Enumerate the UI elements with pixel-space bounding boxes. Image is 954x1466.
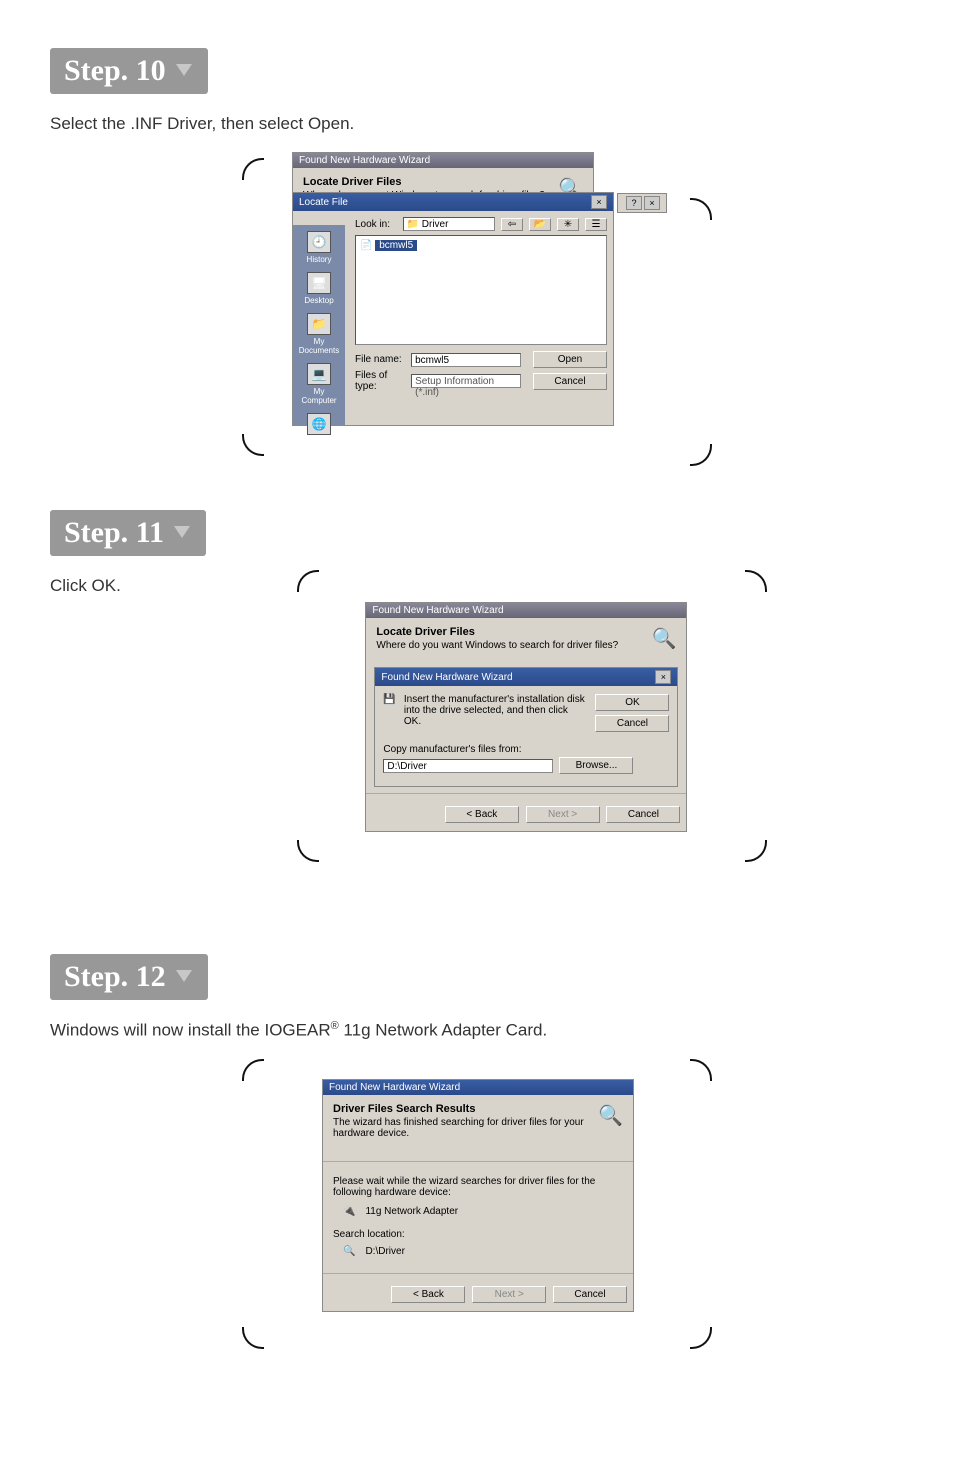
step-11-badge-text: Step. 11 (64, 516, 164, 550)
wizard-titlebar-bg: Found New Hardware Wizard (293, 153, 593, 168)
filename-label: File name: (355, 354, 405, 365)
results-wizard-title: Found New Hardware Wizard (329, 1082, 460, 1093)
device-icon: 🔌 (343, 1206, 355, 1217)
lookin-value: Driver (422, 219, 449, 230)
step-12-badge: Step. 12 (50, 954, 208, 1000)
locate-file-title: Locate File (299, 197, 348, 208)
sidebar-mynet[interactable]: 🌐 My Network P... (299, 413, 339, 464)
folder-search-icon: 🔍 (343, 1246, 355, 1257)
copy-from-input[interactable]: D:\Driver (383, 759, 553, 773)
close-icon[interactable]: × (644, 196, 660, 210)
search-location-value: D:\Driver (365, 1246, 404, 1257)
step-10-section: Step. 10 Select the .INF Driver, then se… (50, 48, 904, 462)
browse-button[interactable]: Browse... (559, 757, 633, 774)
lookin-label: Look in: (355, 219, 397, 230)
history-icon: 🕘 (307, 231, 331, 253)
search-location-label: Search location: (333, 1229, 623, 1240)
help-icon[interactable]: ? (626, 196, 642, 210)
step-10-figure: Found New Hardware Wizard Locate Driver … (262, 152, 692, 462)
cancel-button[interactable]: Cancel (533, 373, 607, 390)
step-12-intro-pre: Windows will now install the IOGEAR (50, 1021, 331, 1040)
insert-disk-dialog: Found New Hardware Wizard × 💾 Insert the… (374, 667, 678, 787)
sidebar-history[interactable]: 🕘 History (299, 231, 339, 264)
file-list[interactable]: 📄 bcmwl5 (355, 235, 607, 345)
step-10-badge: Step. 10 (50, 48, 208, 94)
step-10-badge-text: Step. 10 (64, 54, 166, 88)
locate-heading-bg: Locate Driver Files (303, 176, 545, 188)
open-button[interactable]: Open (533, 351, 607, 368)
step-12-section: Step. 12 Windows will now install the IO… (50, 954, 904, 1349)
step-11-badge: Step. 11 (50, 510, 206, 556)
wizard-titlebar: Found New Hardware Wizard (366, 603, 686, 618)
nav-up-icon[interactable]: 📂 (529, 218, 551, 231)
step-12-figure: Found New Hardware Wizard Driver Files S… (262, 1059, 692, 1349)
sidebar-mydocs-label: My Documents (299, 337, 339, 355)
desktop-icon: 🖥 (307, 272, 331, 294)
locate-sub: Where do you want Windows to search for … (376, 640, 618, 651)
back-button[interactable]: < Back (391, 1286, 465, 1303)
close-icon[interactable]: × (655, 670, 671, 684)
network-icon: 🌐 (307, 413, 331, 435)
next-button: Next > (526, 806, 600, 823)
locate-heading: Locate Driver Files (376, 626, 618, 638)
insert-disk-title: Found New Hardware Wizard (381, 672, 512, 683)
results-sub: The wizard has finished searching for dr… (333, 1117, 598, 1139)
inf-file-icon: 📄 (360, 240, 372, 251)
please-wait-text: Please wait while the wizard searches fo… (333, 1176, 623, 1198)
locate-file-titlebar: Locate File × (293, 193, 613, 211)
cancel-button[interactable]: Cancel (595, 715, 669, 732)
copy-from-label: Copy manufacturer's files from: (383, 744, 669, 755)
filename-input[interactable]: bcmwl5 (411, 353, 521, 367)
step-11-section: Step. 11 Click OK. Found New Hardware Wi… (50, 510, 904, 906)
step-11-intro: Click OK. (50, 576, 121, 596)
next-button: Next > (472, 1286, 546, 1303)
cancel-button[interactable]: Cancel (553, 1286, 627, 1303)
step-12-intro: Windows will now install the IOGEAR® 11g… (50, 1020, 904, 1041)
back-button[interactable]: < Back (445, 806, 519, 823)
results-heading: Driver Files Search Results (333, 1103, 598, 1115)
results-dialog: Found New Hardware Wizard Driver Files S… (322, 1079, 634, 1312)
nav-view-icon[interactable]: ☰ (585, 218, 607, 231)
mydocs-icon: 📁 (307, 313, 331, 335)
insert-disk-text: Insert the manufacturer's installation d… (404, 694, 588, 732)
locate-file-dialog: Locate File × ? × 🕘 History 🖥 Desktop (292, 192, 614, 426)
step-badge-arrow-icon (174, 960, 194, 994)
sidebar-desktop[interactable]: 🖥 Desktop (299, 272, 339, 305)
filetype-label: Files of type: (355, 370, 405, 392)
file-selected[interactable]: bcmwl5 (375, 240, 417, 251)
filetype-dropdown[interactable]: Setup Information (*.inf) (411, 374, 521, 388)
mycomputer-icon: 💻 (307, 363, 331, 385)
ok-button[interactable]: OK (595, 694, 669, 711)
wizard-dialog: Found New Hardware Wizard Locate Driver … (365, 602, 687, 832)
cancel-button[interactable]: Cancel (606, 806, 680, 823)
sidebar-history-label: History (307, 255, 332, 264)
wizard-search-icon: 🔍 (652, 626, 677, 651)
sidebar-mydocs[interactable]: 📁 My Documents (299, 313, 339, 355)
floppy-icon: 💾 (383, 694, 395, 732)
lookin-dropdown[interactable]: 📁 Driver (403, 217, 495, 231)
close-icon[interactable]: × (591, 195, 607, 209)
step-12-intro-post: 11g Network Adapter Card. (339, 1021, 548, 1040)
sidebar-mycomp[interactable]: 💻 My Computer (299, 363, 339, 405)
results-titlebar: Found New Hardware Wizard (323, 1080, 633, 1095)
nav-back-icon[interactable]: ⇦ (501, 218, 523, 231)
step-badge-arrow-icon (174, 54, 194, 88)
sidebar-mynet-label: My Network P... (299, 437, 339, 464)
wizard-title-bg: Found New Hardware Wizard (299, 155, 430, 166)
device-name: 11g Network Adapter (365, 1206, 458, 1217)
step-11-figure: Found New Hardware Wizard Locate Driver … (317, 576, 747, 866)
sidebar-mycomp-label: My Computer (299, 387, 339, 405)
step-10-intro: Select the .INF Driver, then select Open… (50, 114, 904, 134)
wizard-search-icon: 🔍 (598, 1103, 623, 1128)
insert-disk-titlebar: Found New Hardware Wizard × (375, 668, 677, 686)
overlay-controls: ? × (617, 193, 667, 213)
step-12-badge-text: Step. 12 (64, 960, 166, 994)
file-dialog-sidebar: 🕘 History 🖥 Desktop 📁 My Documents 💻 My … (293, 225, 345, 425)
sidebar-desktop-label: Desktop (304, 296, 333, 305)
registered-mark: ® (331, 1020, 339, 1032)
wizard-title: Found New Hardware Wizard (372, 605, 503, 616)
step-badge-arrow-icon (172, 516, 192, 550)
nav-new-icon[interactable]: ✳ (557, 218, 579, 231)
